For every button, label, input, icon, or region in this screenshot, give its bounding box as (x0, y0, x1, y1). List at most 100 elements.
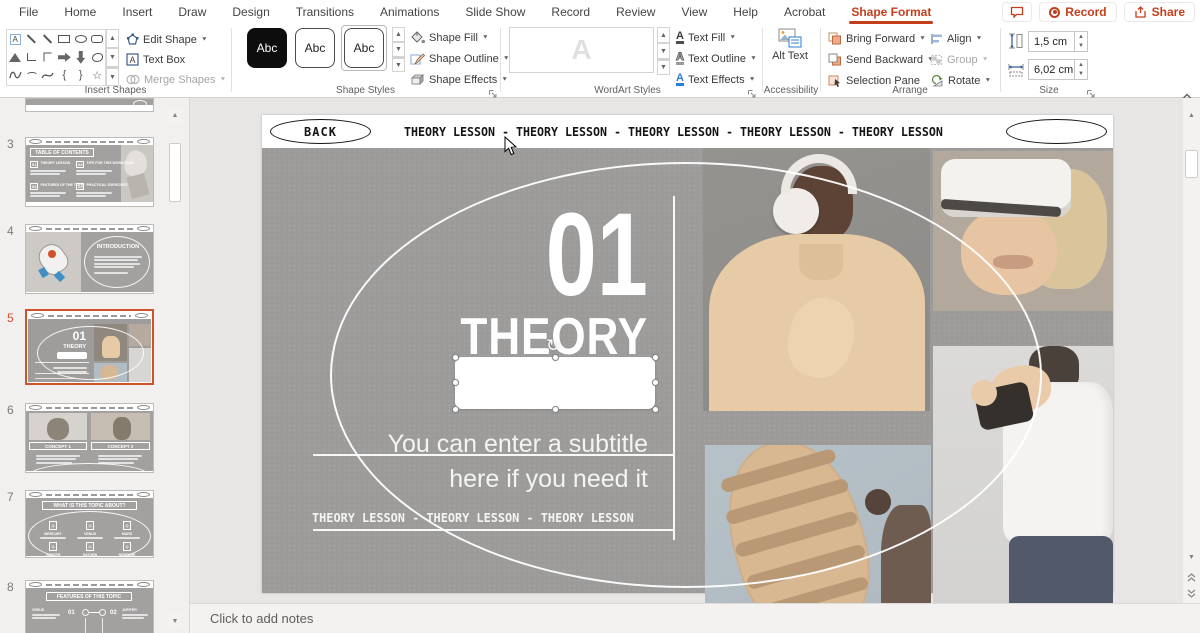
tab-home[interactable]: Home (51, 0, 109, 24)
tab-review[interactable]: Review (603, 0, 668, 24)
shape-arc-icon[interactable] (23, 66, 39, 84)
slide-header-marquee[interactable]: THEORY LESSON - THEORY LESSON - THEORY L… (404, 115, 943, 148)
edit-shape-button[interactable]: Edit Shape▼ (126, 30, 226, 49)
scroll-thumb[interactable] (1185, 150, 1198, 178)
tab-transitions[interactable]: Transitions (283, 0, 367, 24)
shape-width-value[interactable]: 6,02 cm (1028, 59, 1075, 80)
tab-slide-show[interactable]: Slide Show (452, 0, 538, 24)
selection-handle-n[interactable] (552, 354, 559, 361)
selection-handle-e[interactable] (652, 379, 659, 386)
notes-pane[interactable]: Click to add notes (190, 603, 1200, 633)
tab-animations[interactable]: Animations (367, 0, 452, 24)
shapes-gallery[interactable]: A (6, 29, 106, 86)
shape-line-icon[interactable] (23, 30, 39, 48)
shape-star-icon[interactable]: ☆ (89, 66, 105, 84)
shape-outline-button[interactable]: Shape Outline▼ (410, 49, 510, 68)
shape-left-brace-icon[interactable]: { (56, 66, 72, 84)
shape-blob-icon[interactable] (89, 48, 105, 66)
comments-button[interactable] (1002, 2, 1032, 22)
shape-fill-button[interactable]: Shape Fill▼ (410, 28, 510, 47)
styles-scroll-down[interactable]: ▼ (392, 42, 405, 57)
selection-handle-sw[interactable] (452, 406, 459, 413)
send-backward-button[interactable]: Send Backward▼ (828, 50, 934, 69)
tab-draw[interactable]: Draw (165, 0, 219, 24)
wordart-more-button[interactable]: ▼ (657, 59, 670, 75)
size-dialog-launcher[interactable] (1086, 85, 1095, 94)
shape-scribble-icon[interactable] (7, 66, 23, 84)
record-button[interactable]: Record (1039, 2, 1116, 22)
gallery-more-button[interactable]: ▼ (106, 67, 119, 86)
rotate-handle-icon[interactable]: ↻ (546, 336, 560, 356)
shape-rectangle-icon[interactable] (56, 30, 72, 48)
wordart-preview[interactable]: A (509, 27, 654, 73)
selection-handle-w[interactable] (452, 379, 459, 386)
styles-scroll-up[interactable]: ▲ (392, 27, 405, 42)
shape-block-arrow-down-icon[interactable] (73, 48, 89, 66)
tab-help[interactable]: Help (720, 0, 771, 24)
share-button[interactable]: Share (1124, 2, 1195, 22)
shape-rounded-rect-icon[interactable] (89, 30, 105, 48)
text-box-button[interactable]: A Text Box (126, 50, 226, 69)
shape-right-brace-icon[interactable]: } (73, 66, 89, 84)
spin-down-icon[interactable]: ▼ (1075, 42, 1087, 52)
shape-oval-icon[interactable] (73, 30, 89, 48)
shape-height-value[interactable]: 1,5 cm (1028, 31, 1075, 52)
tab-record[interactable]: Record (538, 0, 603, 24)
tab-acrobat[interactable]: Acrobat (771, 0, 838, 24)
group-button[interactable]: Group▼ (930, 50, 991, 69)
thumbnail-slide-8[interactable]: FEATURES OF THIS TOPIC VENUS 01 02 JUPIT… (25, 580, 154, 633)
slide-header-ellipse[interactable] (1006, 119, 1107, 144)
slide-body[interactable]: 01 THEORY You can enter a subtitle here … (262, 148, 1113, 593)
notes-placeholder[interactable]: Click to add notes (210, 611, 313, 626)
scroll-up-icon[interactable]: ▲ (1184, 108, 1199, 123)
next-slide-button[interactable] (1184, 586, 1199, 601)
shape-width-field[interactable]: 6,02 cm ▲▼ (1028, 59, 1088, 80)
wordart-scroll-up[interactable]: ▲ (657, 27, 670, 43)
shape-elbow-arrow-icon[interactable] (40, 48, 56, 66)
previous-slide-button[interactable] (1184, 570, 1199, 585)
slide-header-band[interactable]: BACK THEORY LESSON - THEORY LESSON - THE… (262, 115, 1113, 148)
thumb-scroll-up-icon[interactable]: ▲ (168, 108, 182, 123)
shape-styles-dialog-launcher[interactable] (488, 85, 497, 94)
selected-shape-textbox[interactable] (455, 357, 655, 409)
shape-style-preset-3-selected[interactable]: Abc (341, 25, 387, 71)
thumbnail-slide-5-selected[interactable]: 01 THEORY (25, 309, 154, 385)
styles-more-button[interactable]: ▼ (392, 57, 405, 72)
shape-block-arrow-right-icon[interactable] (56, 48, 72, 66)
thumb-scroll-thumb[interactable] (169, 143, 181, 202)
thumbnail-slide-4[interactable]: INTRODUCTION (25, 224, 154, 294)
thumb-scroll-down-icon[interactable]: ▼ (168, 614, 182, 629)
selection-handle-ne[interactable] (652, 354, 659, 361)
text-outline-button[interactable]: A Text Outline▼ (676, 49, 757, 68)
shape-elbow-icon[interactable] (23, 48, 39, 66)
shape-style-preset-1[interactable]: Abc (247, 28, 287, 68)
gallery-scroll-down[interactable]: ▼ (106, 48, 119, 67)
alt-text-button[interactable]: Alt Text (768, 28, 812, 62)
slide-back-button[interactable]: BACK (270, 119, 371, 144)
bring-forward-button[interactable]: Bring Forward▼ (828, 29, 934, 48)
spin-down-icon[interactable]: ▼ (1075, 70, 1087, 80)
thumbnail-slide-2-partial[interactable] (25, 98, 154, 112)
tab-view[interactable]: View (668, 0, 720, 24)
thumbnail-slide-3[interactable]: TABLE OF CONTENTS 01THEORY LESSON 03TIPS… (25, 137, 154, 207)
shape-textbox-icon[interactable]: A (7, 30, 23, 48)
shape-triangle-icon[interactable] (7, 48, 23, 66)
shape-arrow-icon[interactable] (40, 30, 56, 48)
selection-handle-nw[interactable] (452, 354, 459, 361)
wordart-dialog-launcher[interactable] (747, 85, 756, 94)
collapse-ribbon-button[interactable] (1181, 88, 1195, 98)
decorative-ellipse-outline[interactable] (330, 162, 1042, 588)
text-fill-button[interactable]: A Text Fill▼ (676, 28, 757, 47)
tab-insert[interactable]: Insert (109, 0, 165, 24)
tab-shape-format[interactable]: Shape Format (838, 0, 944, 24)
slide-editor[interactable]: BACK THEORY LESSON - THEORY LESSON - THE… (262, 115, 1113, 593)
shape-style-preset-2[interactable]: Abc (295, 28, 335, 68)
thumbnail-slide-6[interactable]: CONCEPT 1 CONCEPT 2 (25, 403, 154, 473)
shape-curve-icon[interactable] (40, 66, 56, 84)
spin-up-icon[interactable]: ▲ (1075, 32, 1087, 42)
width-spinner[interactable]: ▲▼ (1075, 59, 1088, 80)
tab-design[interactable]: Design (219, 0, 282, 24)
spin-up-icon[interactable]: ▲ (1075, 60, 1087, 70)
scroll-down-icon[interactable]: ▼ (1184, 550, 1199, 565)
selection-handle-s[interactable] (552, 406, 559, 413)
